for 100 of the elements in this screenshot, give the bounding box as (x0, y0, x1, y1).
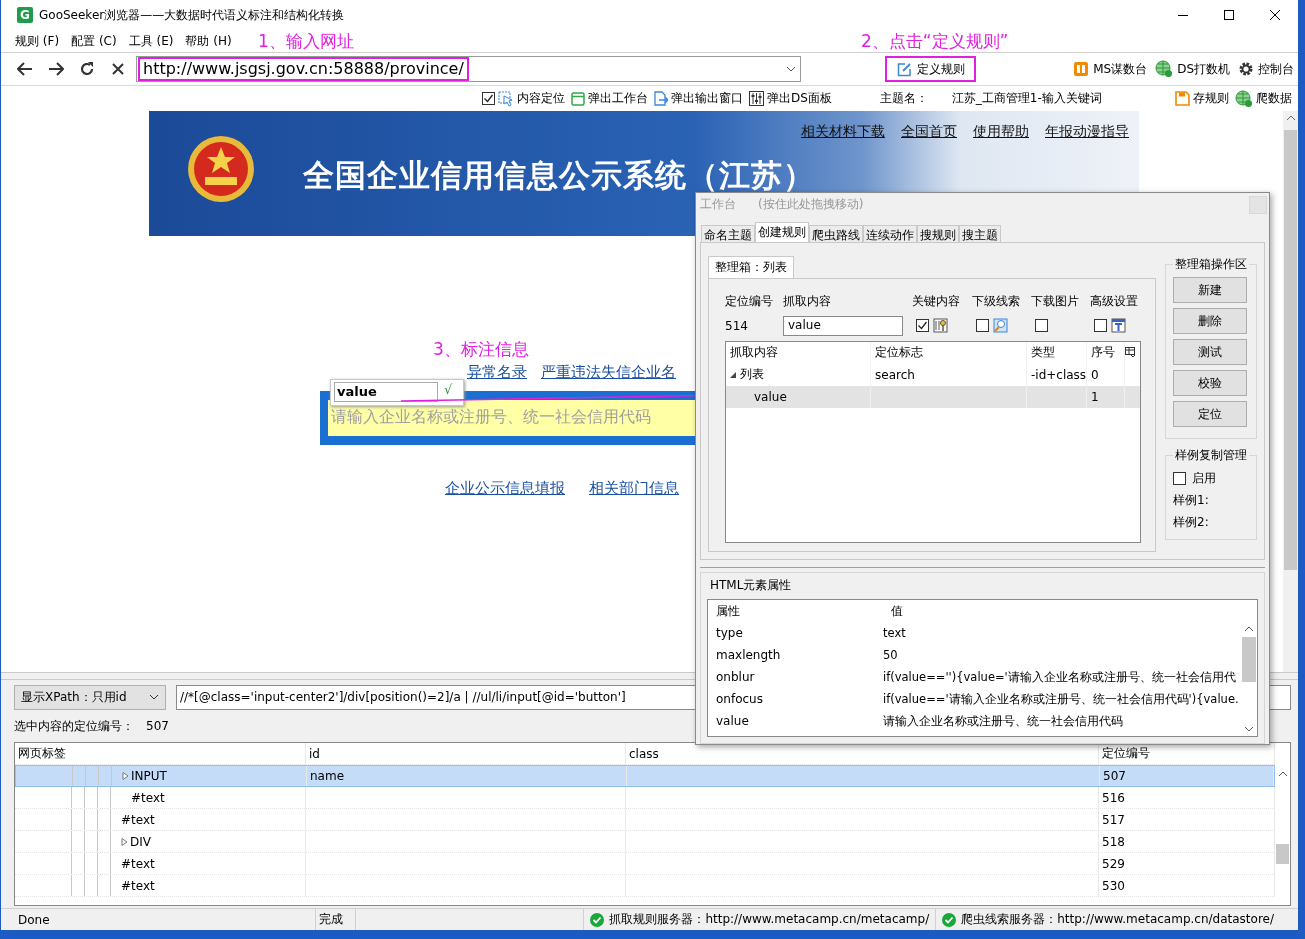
rule-row[interactable]: value 1 (726, 385, 1140, 408)
expanded-triangle-icon[interactable] (730, 370, 737, 379)
tab[interactable]: 连续动作 (863, 224, 917, 242)
app-logo: G (17, 7, 33, 23)
column-chooser-icon[interactable] (1125, 347, 1136, 359)
toolbar-button[interactable]: 弹出输出窗口 (654, 90, 743, 107)
action-button[interactable]: 校验 (1173, 369, 1247, 396)
scroll-up-icon[interactable] (1245, 626, 1253, 631)
tab[interactable]: 爬虫路线 (809, 224, 863, 242)
tree-row[interactable]: #text 517 (15, 809, 1275, 831)
close-icon (1270, 10, 1280, 20)
content-field[interactable]: value (783, 315, 903, 336)
console-link[interactable]: DS打数机 (1155, 60, 1230, 78)
table-cell: -id+class (1031, 367, 1087, 382)
action-button[interactable]: 删除 (1173, 307, 1247, 334)
status-text: Done (1, 909, 316, 930)
tab[interactable]: 命名主题 (701, 224, 755, 242)
banner-link[interactable]: 相关材料下载 (801, 123, 885, 141)
table-cell-text: text (883, 626, 907, 640)
toolbar-button[interactable]: 弹出DS面板 (749, 90, 832, 107)
panel-title: 工作台 (700, 196, 736, 214)
table-cell: #text (131, 790, 165, 805)
menu-item[interactable]: 规则 (F) (15, 33, 60, 50)
column-header[interactable]: 序号 (1087, 341, 1125, 364)
address-field[interactable]: http://www.jsgsj.gov.cn:58888/province/ (136, 56, 801, 82)
crawl-button[interactable]: 爬数据 (1235, 89, 1292, 108)
save-rule-button[interactable]: 存规则 (1175, 89, 1229, 108)
emblem-icon (185, 133, 257, 205)
banner-link[interactable]: 年报动漫指导 (1045, 123, 1129, 141)
tree-row[interactable]: INPUT name 507 (15, 765, 1275, 787)
action-button[interactable]: 新建 (1173, 276, 1247, 303)
checkbox[interactable] (1173, 471, 1186, 485)
collapsed-triangle-icon[interactable] (121, 837, 128, 846)
field-label: 下载图片 (1031, 292, 1080, 310)
annotation-text: 3、标注信息 (433, 338, 529, 361)
table-cell: 530 (1102, 878, 1125, 893)
tab[interactable]: 整理箱：列表 (708, 255, 794, 278)
field-label: 选中内容的定位编号： (14, 717, 134, 735)
table-cell-text: type (715, 626, 744, 640)
option-label: 内容定位 (517, 90, 565, 107)
page-link[interactable]: 严重违法失信企业名 (541, 363, 676, 382)
page-link[interactable]: 相关部门信息 (589, 479, 679, 498)
table-cell: 0 (1091, 367, 1099, 382)
checkbox[interactable] (1035, 319, 1048, 333)
table-cell: #text (121, 812, 155, 827)
checkbox[interactable] (1094, 319, 1107, 333)
menu-item[interactable]: 配置 (C) (71, 33, 117, 50)
menu-item[interactable]: 帮助 (H) (185, 33, 232, 50)
column-header[interactable]: 抓取内容 (726, 341, 871, 364)
settings-link[interactable]: 控制台 (1238, 60, 1294, 78)
define-rule-button[interactable]: 定义规则 (885, 56, 976, 82)
caret-icon (149, 694, 159, 700)
field-value: 507 (146, 719, 169, 733)
tree-row[interactable]: DIV 518 (15, 831, 1275, 853)
page-link[interactable]: 企业公示信息填报 (445, 479, 565, 498)
dropdown-caret-icon[interactable] (786, 66, 796, 72)
action-button[interactable]: 定位 (1173, 400, 1247, 427)
window-icon (571, 91, 585, 106)
checkbox[interactable] (976, 319, 989, 333)
checkbox[interactable] (916, 319, 929, 333)
collapsed-triangle-icon[interactable] (122, 772, 129, 780)
scroll-down-icon[interactable] (1245, 727, 1253, 732)
tab[interactable]: 创建规则 (755, 221, 809, 242)
banner-link[interactable]: 全国首页 (901, 123, 957, 141)
page-link[interactable]: 异常名录 (467, 363, 527, 382)
field-label: 样例1: (1173, 491, 1210, 509)
rule-row[interactable]: 列表 search -id+class 0 (726, 363, 1140, 386)
toolbar-button[interactable]: 弹出工作台 (571, 90, 648, 107)
checkbox[interactable] (482, 92, 495, 105)
scroll-up-icon[interactable] (1286, 115, 1295, 120)
confirm-button[interactable]: √ (444, 382, 453, 397)
column-header[interactable]: 类型 (1027, 341, 1087, 364)
window-title: GooSeeker浏览器——大数据时代语义标注和结构化转换 (39, 6, 346, 24)
key-icon (933, 318, 948, 334)
checkbox-label: 启用 (1192, 469, 1216, 487)
console-link[interactable]: MS谋数台 (1073, 60, 1148, 78)
scroll-thumb[interactable] (1242, 636, 1256, 682)
scroll-thumb[interactable] (1284, 130, 1297, 570)
sliders-icon (749, 91, 764, 106)
xpath-mode-dropdown[interactable]: 显示XPath：只用id (14, 684, 166, 710)
column-header[interactable]: 属性 (708, 602, 883, 620)
table-cell: 1 (1091, 389, 1099, 404)
menu-item[interactable]: 工具 (E) (128, 33, 174, 50)
scroll-up-icon[interactable] (1278, 771, 1287, 776)
tab[interactable]: 搜规则 (917, 224, 959, 242)
column-header[interactable]: 值 (883, 602, 1241, 620)
tag-name-field[interactable]: value (334, 382, 438, 402)
tree-row[interactable]: #text 529 (15, 853, 1275, 875)
magnifier-icon (993, 318, 1008, 334)
column-header[interactable]: 定位标志 (871, 341, 1027, 364)
tree-row[interactable]: #text 516 (15, 787, 1275, 809)
action-button[interactable]: 测试 (1173, 338, 1247, 365)
column-header[interactable]: 网页标签 (15, 743, 306, 764)
table-cell: #text (121, 856, 155, 871)
tab[interactable]: 搜主题 (959, 224, 1001, 242)
banner-link[interactable]: 使用帮助 (973, 123, 1029, 141)
field-label: 样例2: (1173, 513, 1210, 531)
scroll-thumb[interactable] (1276, 844, 1289, 864)
column-header[interactable]: id (306, 743, 626, 764)
tree-row[interactable]: #text 530 (15, 875, 1275, 897)
